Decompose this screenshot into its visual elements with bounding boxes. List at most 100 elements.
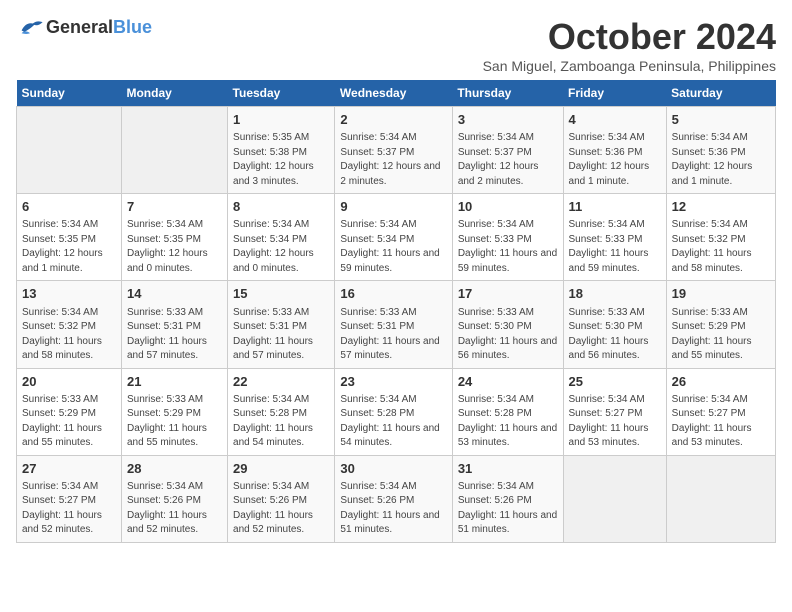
calendar-day-cell: 19Sunrise: 5:33 AM Sunset: 5:29 PM Dayli… bbox=[666, 281, 775, 368]
day-number: 14 bbox=[127, 285, 222, 303]
calendar-day-cell: 31 Sunrise: 5:34 AM Sunset: 5:26 PM Dayli… bbox=[452, 455, 563, 542]
calendar-day-cell: 4 Sunrise: 5:34 AM Sunset: 5:36 PM Daylig… bbox=[563, 107, 666, 194]
day-content: Sunrise: 5:34 AM Sunset: 5:27 PM Dayligh… bbox=[569, 393, 661, 451]
weekday-header-cell: Thursday bbox=[452, 80, 563, 107]
day-content: Sunrise: 5:34 AM Sunset: 5:34 PM Dayligh… bbox=[340, 218, 446, 276]
day-content: Sunrise: 5:34 AM Sunset: 5:26 PM Dayligh… bbox=[127, 480, 222, 538]
day-number: 1 bbox=[233, 111, 329, 129]
day-number: 25 bbox=[569, 373, 661, 391]
day-number: 5 bbox=[672, 111, 770, 129]
calendar-day-cell: 13 Sunrise: 5:34 AM Sunset: 5:32 PM Dayli… bbox=[17, 281, 122, 368]
day-content: Sunrise: 5:33 AM Sunset: 5:29 PM Dayligh… bbox=[22, 393, 116, 451]
day-number: 31 bbox=[458, 460, 558, 478]
calendar-day-cell: 15 Sunrise: 5:33 AM Sunset: 5:31 PM Dayli… bbox=[228, 281, 335, 368]
logo-text-general: General bbox=[46, 17, 113, 37]
day-content: Sunrise: 5:35 AM Sunset: 5:38 PM Dayligh… bbox=[233, 131, 329, 189]
calendar-day-cell: 8 Sunrise: 5:34 AM Sunset: 5:34 PM Daylig… bbox=[228, 194, 335, 281]
day-content: Sunrise: 5:33 AM Sunset: 5:31 PM Dayligh… bbox=[127, 306, 222, 364]
day-number: 13 bbox=[22, 285, 116, 303]
calendar-day-cell: 25 Sunrise: 5:34 AM Sunset: 5:27 PM Dayli… bbox=[563, 368, 666, 455]
calendar-day-cell: 17 Sunrise: 5:33 AM Sunset: 5:30 PM Dayli… bbox=[452, 281, 563, 368]
day-content: Sunrise: 5:34 AM Sunset: 5:37 PM Dayligh… bbox=[458, 131, 558, 189]
day-content: Sunrise: 5:34 AM Sunset: 5:26 PM Dayligh… bbox=[233, 480, 329, 538]
day-content: Sunrise: 5:34 AM Sunset: 5:32 PM Dayligh… bbox=[22, 306, 116, 364]
logo-text-blue: Blue bbox=[113, 17, 152, 37]
weekday-header-cell: Sunday bbox=[17, 80, 122, 107]
day-number: 21 bbox=[127, 373, 222, 391]
day-content: Sunrise: 5:34 AM Sunset: 5:27 PM Dayligh… bbox=[22, 480, 116, 538]
weekday-header-cell: Monday bbox=[121, 80, 227, 107]
day-content: Sunrise: 5:34 AM Sunset: 5:36 PM Dayligh… bbox=[672, 131, 770, 189]
calendar-day-cell: 16Sunrise: 5:33 AM Sunset: 5:31 PM Dayli… bbox=[335, 281, 452, 368]
calendar-day-cell bbox=[666, 455, 775, 542]
weekday-header-cell: Wednesday bbox=[335, 80, 452, 107]
calendar-day-cell: 7 Sunrise: 5:34 AM Sunset: 5:35 PM Daylig… bbox=[121, 194, 227, 281]
day-content: Sunrise: 5:33 AM Sunset: 5:31 PM Dayligh… bbox=[233, 306, 329, 364]
calendar-day-cell bbox=[563, 455, 666, 542]
logo: GeneralBlue bbox=[16, 16, 152, 38]
calendar-day-cell: 20 Sunrise: 5:33 AM Sunset: 5:29 PM Dayli… bbox=[17, 368, 122, 455]
calendar-day-cell: 12 Sunrise: 5:34 AM Sunset: 5:32 PM Dayli… bbox=[666, 194, 775, 281]
day-number: 6 bbox=[22, 198, 116, 216]
calendar-day-cell: 22Sunrise: 5:34 AM Sunset: 5:28 PM Dayli… bbox=[228, 368, 335, 455]
day-content: Sunrise: 5:34 AM Sunset: 5:36 PM Dayligh… bbox=[569, 131, 661, 189]
calendar-day-cell: 3 Sunrise: 5:34 AM Sunset: 5:37 PM Daylig… bbox=[452, 107, 563, 194]
day-number: 12 bbox=[672, 198, 770, 216]
calendar-day-cell: 27 Sunrise: 5:34 AM Sunset: 5:27 PM Dayli… bbox=[17, 455, 122, 542]
calendar-day-cell: 18 Sunrise: 5:33 AM Sunset: 5:30 PM Dayli… bbox=[563, 281, 666, 368]
day-number: 23 bbox=[340, 373, 446, 391]
calendar-day-cell: 23 Sunrise: 5:34 AM Sunset: 5:28 PM Dayli… bbox=[335, 368, 452, 455]
day-number: 27 bbox=[22, 460, 116, 478]
header: GeneralBlue October 2024 San Miguel, Zam… bbox=[16, 16, 776, 74]
calendar-day-cell: 10 Sunrise: 5:34 AM Sunset: 5:33 PM Dayli… bbox=[452, 194, 563, 281]
weekday-header-cell: Saturday bbox=[666, 80, 775, 107]
calendar-day-cell: 5 Sunrise: 5:34 AM Sunset: 5:36 PM Daylig… bbox=[666, 107, 775, 194]
day-number: 15 bbox=[233, 285, 329, 303]
calendar-week-row: 27 Sunrise: 5:34 AM Sunset: 5:27 PM Dayli… bbox=[17, 455, 776, 542]
day-content: Sunrise: 5:33 AM Sunset: 5:29 PM Dayligh… bbox=[672, 306, 770, 364]
day-content: Sunrise: 5:34 AM Sunset: 5:32 PM Dayligh… bbox=[672, 218, 770, 276]
day-number: 7 bbox=[127, 198, 222, 216]
day-number: 11 bbox=[569, 198, 661, 216]
calendar-week-row: 6 Sunrise: 5:34 AM Sunset: 5:35 PM Daylig… bbox=[17, 194, 776, 281]
day-content: Sunrise: 5:34 AM Sunset: 5:26 PM Dayligh… bbox=[458, 480, 558, 538]
day-number: 2 bbox=[340, 111, 446, 129]
day-content: Sunrise: 5:33 AM Sunset: 5:30 PM Dayligh… bbox=[569, 306, 661, 364]
calendar-day-cell: 29 Sunrise: 5:34 AM Sunset: 5:26 PM Dayli… bbox=[228, 455, 335, 542]
weekday-header-cell: Tuesday bbox=[228, 80, 335, 107]
day-content: Sunrise: 5:34 AM Sunset: 5:28 PM Dayligh… bbox=[340, 393, 446, 451]
calendar-table: SundayMondayTuesdayWednesdayThursdayFrid… bbox=[16, 80, 776, 543]
day-number: 29 bbox=[233, 460, 329, 478]
day-number: 8 bbox=[233, 198, 329, 216]
calendar-day-cell: 28 Sunrise: 5:34 AM Sunset: 5:26 PM Dayli… bbox=[121, 455, 227, 542]
calendar-day-cell: 21 Sunrise: 5:33 AM Sunset: 5:29 PM Dayli… bbox=[121, 368, 227, 455]
day-content: Sunrise: 5:34 AM Sunset: 5:33 PM Dayligh… bbox=[458, 218, 558, 276]
calendar-week-row: 13 Sunrise: 5:34 AM Sunset: 5:32 PM Dayli… bbox=[17, 281, 776, 368]
day-number: 10 bbox=[458, 198, 558, 216]
calendar-day-cell bbox=[17, 107, 122, 194]
day-number: 24 bbox=[458, 373, 558, 391]
day-number: 26 bbox=[672, 373, 770, 391]
day-number: 20 bbox=[22, 373, 116, 391]
day-content: Sunrise: 5:34 AM Sunset: 5:35 PM Dayligh… bbox=[127, 218, 222, 276]
day-number: 4 bbox=[569, 111, 661, 129]
day-number: 28 bbox=[127, 460, 222, 478]
calendar-day-cell: 1 Sunrise: 5:35 AM Sunset: 5:38 PM Daylig… bbox=[228, 107, 335, 194]
calendar-day-cell: 14 Sunrise: 5:33 AM Sunset: 5:31 PM Dayli… bbox=[121, 281, 227, 368]
calendar-week-row: 1 Sunrise: 5:35 AM Sunset: 5:38 PM Daylig… bbox=[17, 107, 776, 194]
day-number: 17 bbox=[458, 285, 558, 303]
day-content: Sunrise: 5:34 AM Sunset: 5:37 PM Dayligh… bbox=[340, 131, 446, 189]
calendar-body: 1 Sunrise: 5:35 AM Sunset: 5:38 PM Daylig… bbox=[17, 107, 776, 543]
day-content: Sunrise: 5:33 AM Sunset: 5:29 PM Dayligh… bbox=[127, 393, 222, 451]
calendar-day-cell: 30Sunrise: 5:34 AM Sunset: 5:26 PM Dayli… bbox=[335, 455, 452, 542]
day-content: Sunrise: 5:34 AM Sunset: 5:35 PM Dayligh… bbox=[22, 218, 116, 276]
day-number: 3 bbox=[458, 111, 558, 129]
day-content: Sunrise: 5:34 AM Sunset: 5:27 PM Dayligh… bbox=[672, 393, 770, 451]
day-content: Sunrise: 5:33 AM Sunset: 5:30 PM Dayligh… bbox=[458, 306, 558, 364]
day-content: Sunrise: 5:34 AM Sunset: 5:34 PM Dayligh… bbox=[233, 218, 329, 276]
day-number: 16 bbox=[340, 285, 446, 303]
day-number: 22 bbox=[233, 373, 329, 391]
day-number: 18 bbox=[569, 285, 661, 303]
calendar-day-cell: 24Sunrise: 5:34 AM Sunset: 5:28 PM Dayli… bbox=[452, 368, 563, 455]
day-number: 30 bbox=[340, 460, 446, 478]
